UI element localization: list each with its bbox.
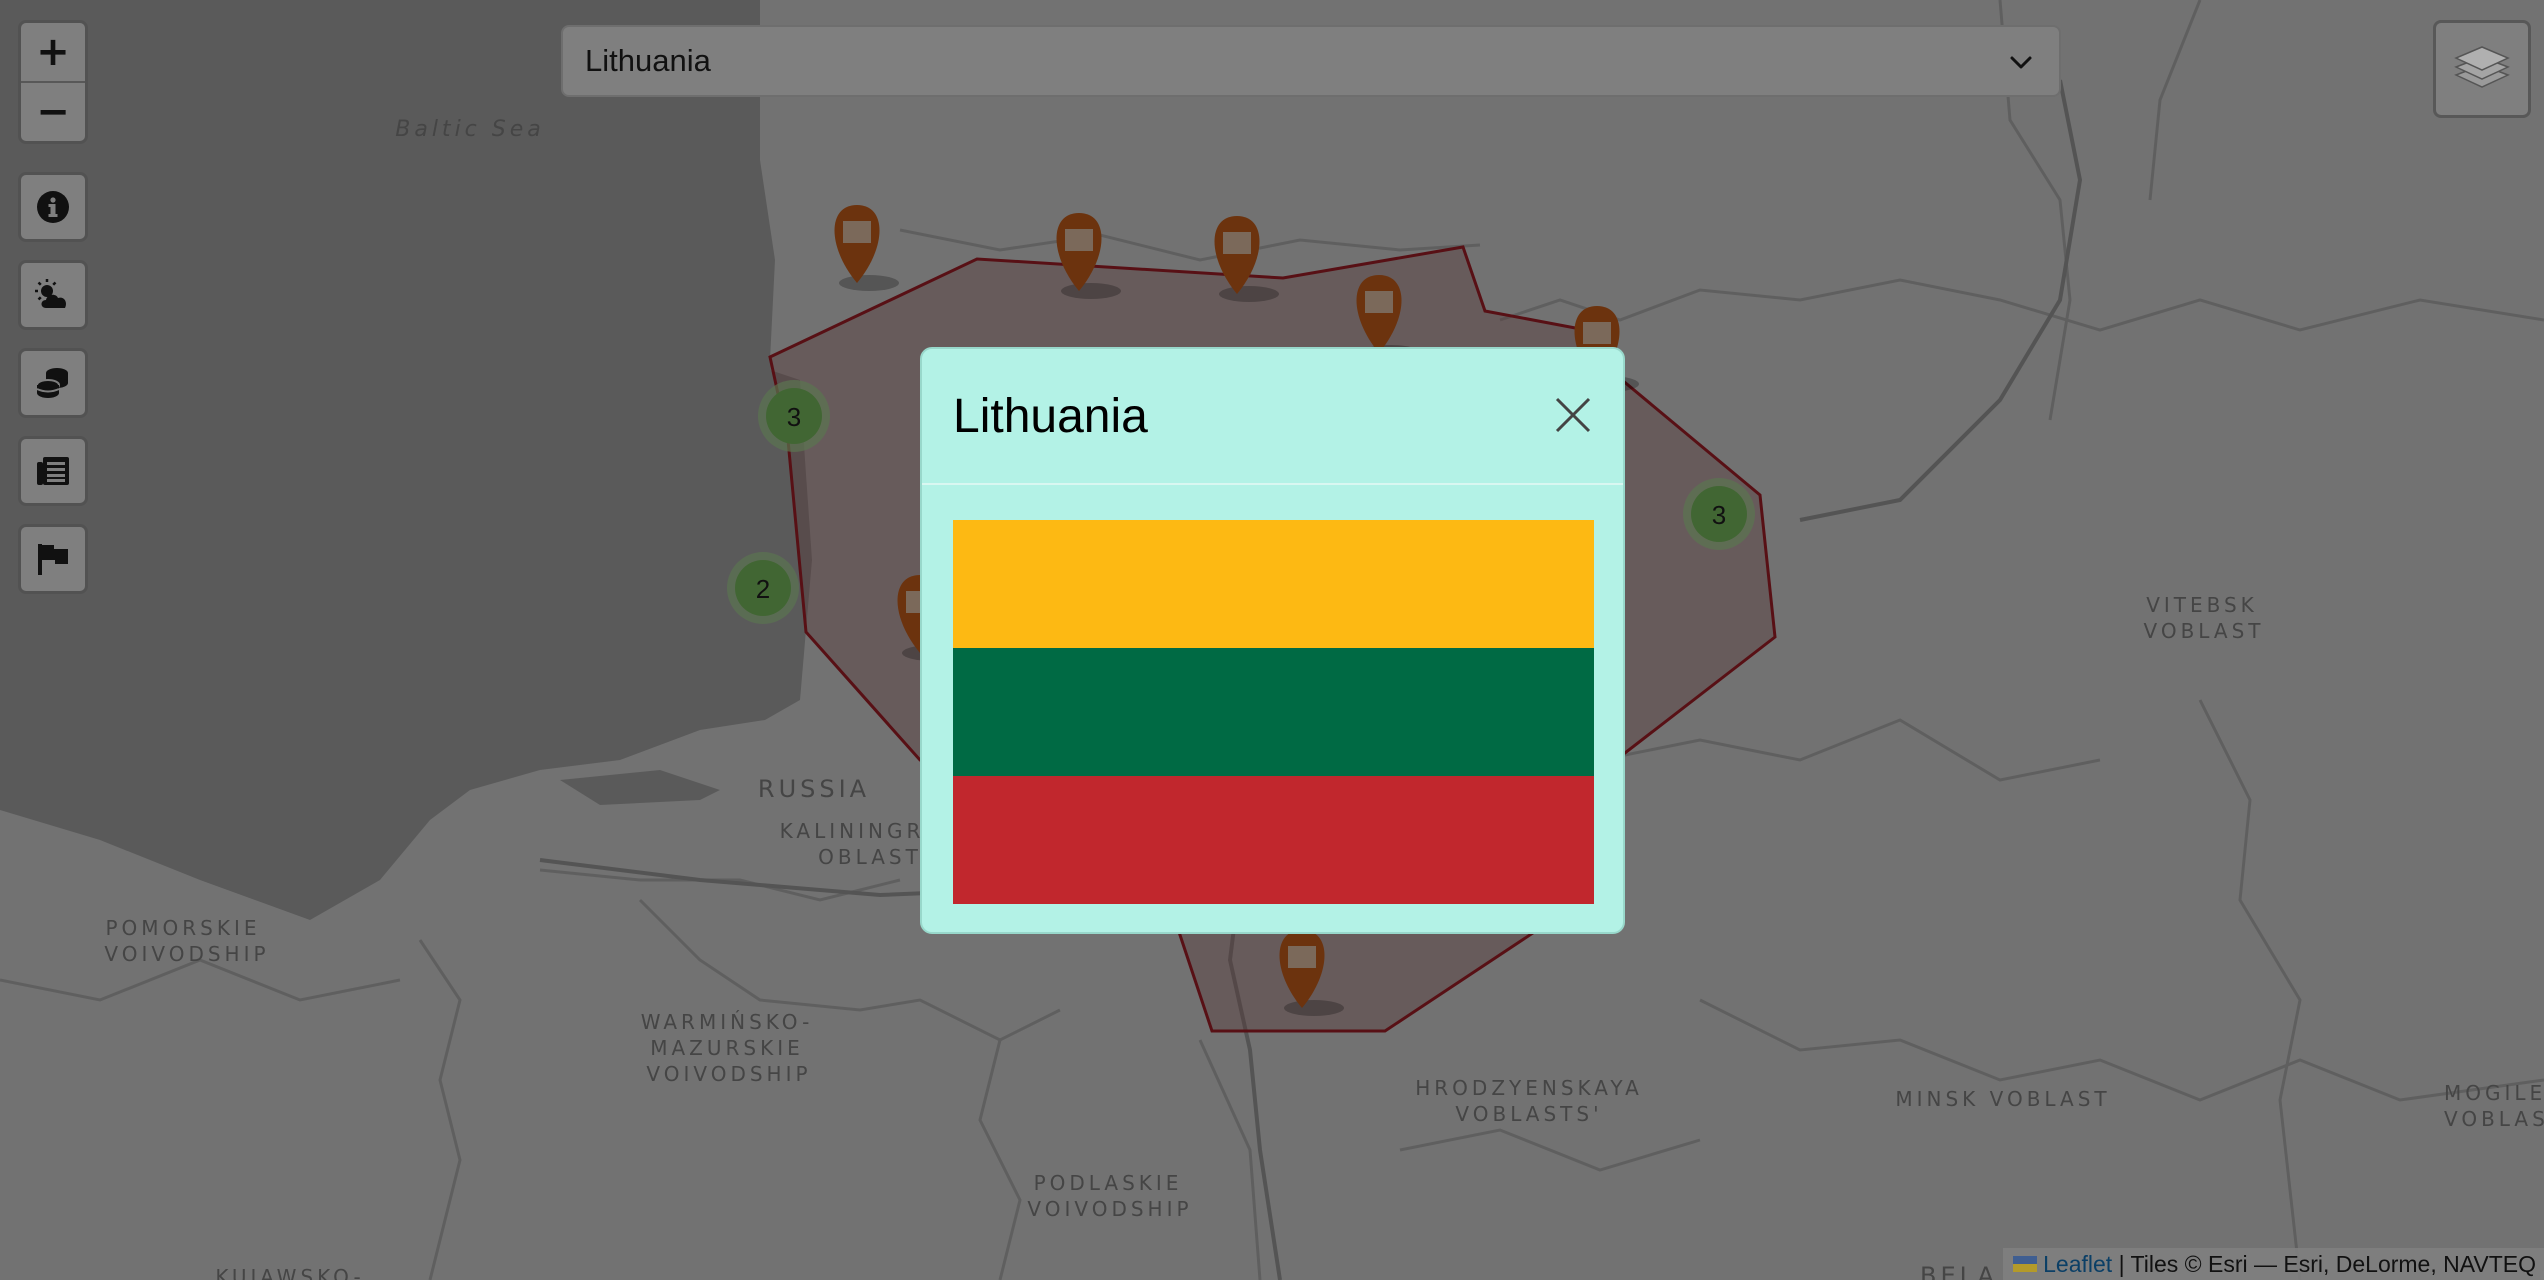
weather-button[interactable] <box>18 260 88 330</box>
map-attribution: Leaflet | Tiles © Esri — Esri, DeLorme, … <box>2003 1248 2544 1280</box>
tiles-attribution: | Tiles © Esri — Esri, DeLorme, NAVTEQ <box>2118 1251 2536 1277</box>
zoom-out-button[interactable]: − <box>21 81 85 141</box>
layers-icon <box>2454 46 2510 88</box>
flag-stripe-red <box>953 776 1594 904</box>
layers-button[interactable] <box>2433 20 2531 118</box>
zoom-control: + − <box>18 20 88 144</box>
modal-header: Lithuania <box>922 349 1623 485</box>
country-modal: Lithuania <box>920 347 1625 934</box>
flag-stripe-green <box>953 648 1594 776</box>
leaflet-link[interactable]: Leaflet <box>2043 1248 2112 1280</box>
close-icon[interactable] <box>1551 393 1595 437</box>
info-icon <box>37 191 69 223</box>
currency-button[interactable] <box>18 348 88 418</box>
zoom-in-button[interactable]: + <box>21 23 85 81</box>
country-select-value: Lithuania <box>585 43 711 78</box>
ukraine-flag-icon <box>2013 1256 2038 1272</box>
coins-icon <box>36 368 68 398</box>
map-app: 3 2 3 Baltic Sea RUSSIA KALININGR OBLAST… <box>0 0 2544 1280</box>
modal-title: Lithuania <box>953 390 1148 443</box>
flag-icon <box>38 544 68 575</box>
news-button[interactable] <box>18 436 88 506</box>
country-select[interactable]: Lithuania <box>561 25 2061 97</box>
news-icon <box>37 457 69 485</box>
flag-button[interactable] <box>18 524 88 594</box>
chevron-down-icon <box>2010 56 2032 69</box>
flag-stripe-yellow <box>953 520 1594 648</box>
info-button[interactable] <box>18 172 88 242</box>
country-flag <box>953 520 1594 904</box>
weather-icon <box>35 279 67 308</box>
